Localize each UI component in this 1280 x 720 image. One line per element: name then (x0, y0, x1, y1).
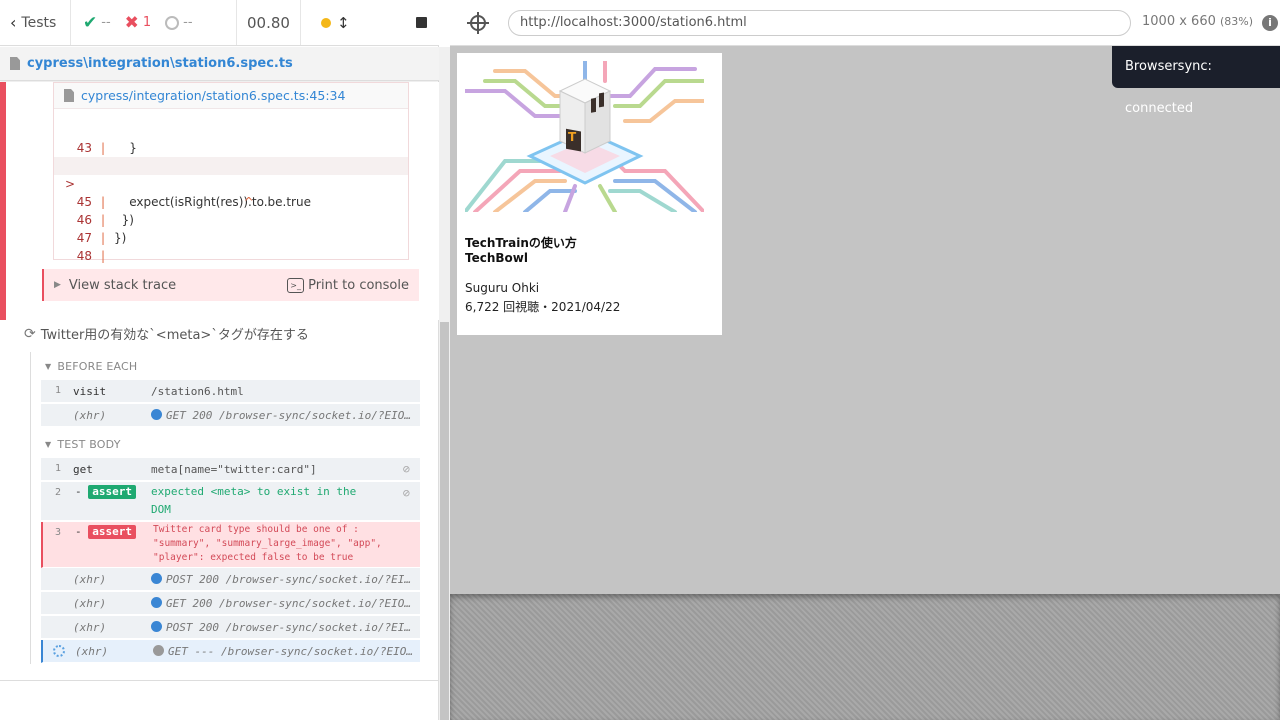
xhr-status-dot-icon (151, 597, 162, 608)
spec-file-bar[interactable]: cypress\integration\station6.spec.ts (0, 47, 439, 81)
x-icon: ✖ (124, 12, 139, 33)
scroll-arrows-icon: ↕ (337, 13, 350, 32)
test-stats: ✔ -- ✖ 1 -- (71, 0, 237, 45)
caret-down-icon: ▼ (45, 440, 52, 449)
run-controls: ↕ (301, 0, 439, 45)
browsersync-notification: Browsersync: connected (1112, 46, 1280, 116)
test-body-hook[interactable]: ▼ TEST BODY (45, 438, 121, 451)
auto-scroll-toggle[interactable]: ↕ (321, 14, 350, 32)
code-line: | ^ (101, 195, 254, 209)
spinner-icon (53, 645, 65, 657)
file-icon (10, 57, 20, 70)
code-line: 44| (54, 139, 408, 173)
check-icon: ✔ (83, 12, 98, 33)
command-row-xhr[interactable]: (xhr) POST 200 /browser-sync/socket.io/?… (41, 568, 420, 591)
author-name: Suguru Ohki (465, 281, 540, 295)
passed-count: -- (101, 15, 111, 30)
status-dot-icon (321, 17, 331, 28)
tests-back-button[interactable]: ‹ Tests (0, 0, 71, 45)
code-frame: cypress/integration/station6.spec.ts:45:… (53, 82, 409, 263)
pending-stat: -- (165, 15, 193, 30)
reporter-panel: ‹ Tests ✔ -- ✖ 1 -- 00.80 ↕ cypress\inte… (0, 0, 439, 720)
xhr-status-dot-icon (151, 621, 162, 632)
channel-name: TechBowl (465, 251, 528, 265)
view-stack-trace-button[interactable]: ▶ View stack trace (54, 278, 176, 293)
divider (0, 680, 439, 681)
video-title: TechTrainの使い方 (465, 236, 577, 250)
pending-circle-icon (165, 15, 180, 30)
command-row-xhr-pending[interactable]: (xhr) GET --- /browser-sync/socket.io/?E… (41, 640, 420, 663)
selector-playground-icon[interactable] (467, 12, 489, 34)
reporter-header: ‹ Tests ✔ -- ✖ 1 -- 00.80 ↕ (0, 0, 439, 46)
print-to-console-button[interactable]: >_ Print to console (287, 277, 409, 293)
refresh-icon: ⟳ (24, 325, 36, 342)
terminal-icon: >_ (287, 277, 305, 293)
spec-path[interactable]: cypress\integration\station6.spec.ts (27, 56, 293, 71)
view-count-date: 6,722 回視聴・2021/04/22 (465, 300, 621, 314)
duration: 00.80 (237, 0, 301, 45)
tests-label: Tests (21, 14, 57, 31)
chevron-left-icon: ‹ (10, 13, 17, 32)
stack-trace-row: ▶ View stack trace >_ Print to console (42, 269, 419, 301)
eye-slash-icon: ⊘ (402, 486, 410, 500)
video-card[interactable]: T TechTrainの使い方 TechBowl Suguru Ohki 6,7… (457, 53, 722, 335)
command-row-xhr[interactable]: (xhr) POST 200 /browser-sync/socket.io/?… (41, 616, 420, 639)
xhr-status-dot-icon (153, 645, 164, 656)
code-line: 43 | } (76, 141, 137, 155)
code-frame-path[interactable]: cypress/integration/station6.spec.ts:45:… (81, 88, 345, 103)
info-icon[interactable]: i (1262, 15, 1278, 31)
url-bar[interactable]: http://localhost:3000/station6.html (508, 10, 1131, 36)
test-title-text: Twitter用の有効な`<meta>`タグが存在する (40, 328, 309, 343)
test-title[interactable]: ⟳ Twitter用の有効な`<meta>`タグが存在する (24, 324, 309, 344)
code-frame-header[interactable]: cypress/integration/station6.spec.ts:45:… (54, 83, 408, 109)
command-log: ▼ BEFORE EACH 1 visit /station6.html (xh… (30, 352, 420, 664)
passed-stat: ✔ -- (83, 13, 111, 33)
code-line-highlighted: > 45 | expect(isRight(res)).to.be.true (54, 157, 408, 209)
aut-header: http://localhost:3000/station6.html 1000… (450, 0, 1280, 46)
eye-slash-icon: ⊘ (402, 462, 410, 476)
pending-count: -- (183, 15, 193, 30)
xhr-status-dot-icon (151, 409, 162, 420)
command-row-xhr[interactable]: (xhr) GET 200 /browser-sync/socket.io/?E… (41, 404, 420, 427)
stop-icon[interactable] (416, 17, 427, 28)
aut-empty-area (450, 594, 1280, 720)
caret-down-icon: ▼ (45, 362, 52, 371)
svg-text:T: T (568, 130, 577, 144)
command-row-assert-pass[interactable]: 2 - assert expected <meta> to exist in t… (41, 482, 420, 521)
code-line: 46 | }) (76, 213, 134, 227)
command-row[interactable]: 1 get meta[name="twitter:card"] ⊘ (41, 458, 420, 481)
code-line: 48 | (76, 249, 106, 263)
command-row-assert-fail[interactable]: 3 - assert Twitter card type should be o… (41, 522, 420, 568)
xhr-status-dot-icon (151, 573, 162, 584)
file-icon (64, 89, 74, 102)
reporter-scrollbar-thumb[interactable] (440, 322, 449, 720)
command-row[interactable]: 1 visit /station6.html (41, 380, 420, 403)
failed-stat: ✖ 1 (125, 13, 152, 33)
code-line: 47 |}) (76, 231, 127, 245)
video-thumbnail: T (465, 61, 704, 212)
caret-right-icon: ▶ (54, 280, 61, 290)
fail-indicator (0, 82, 6, 320)
viewport-size[interactable]: 1000 x 660 (83%) (1142, 14, 1253, 29)
command-row-xhr[interactable]: (xhr) GET 200 /browser-sync/socket.io/?E… (41, 592, 420, 615)
failed-test-error: cypress/integration/station6.spec.ts:45:… (0, 82, 439, 320)
failed-count: 1 (142, 15, 152, 30)
before-each-hook[interactable]: ▼ BEFORE EACH (45, 360, 137, 373)
